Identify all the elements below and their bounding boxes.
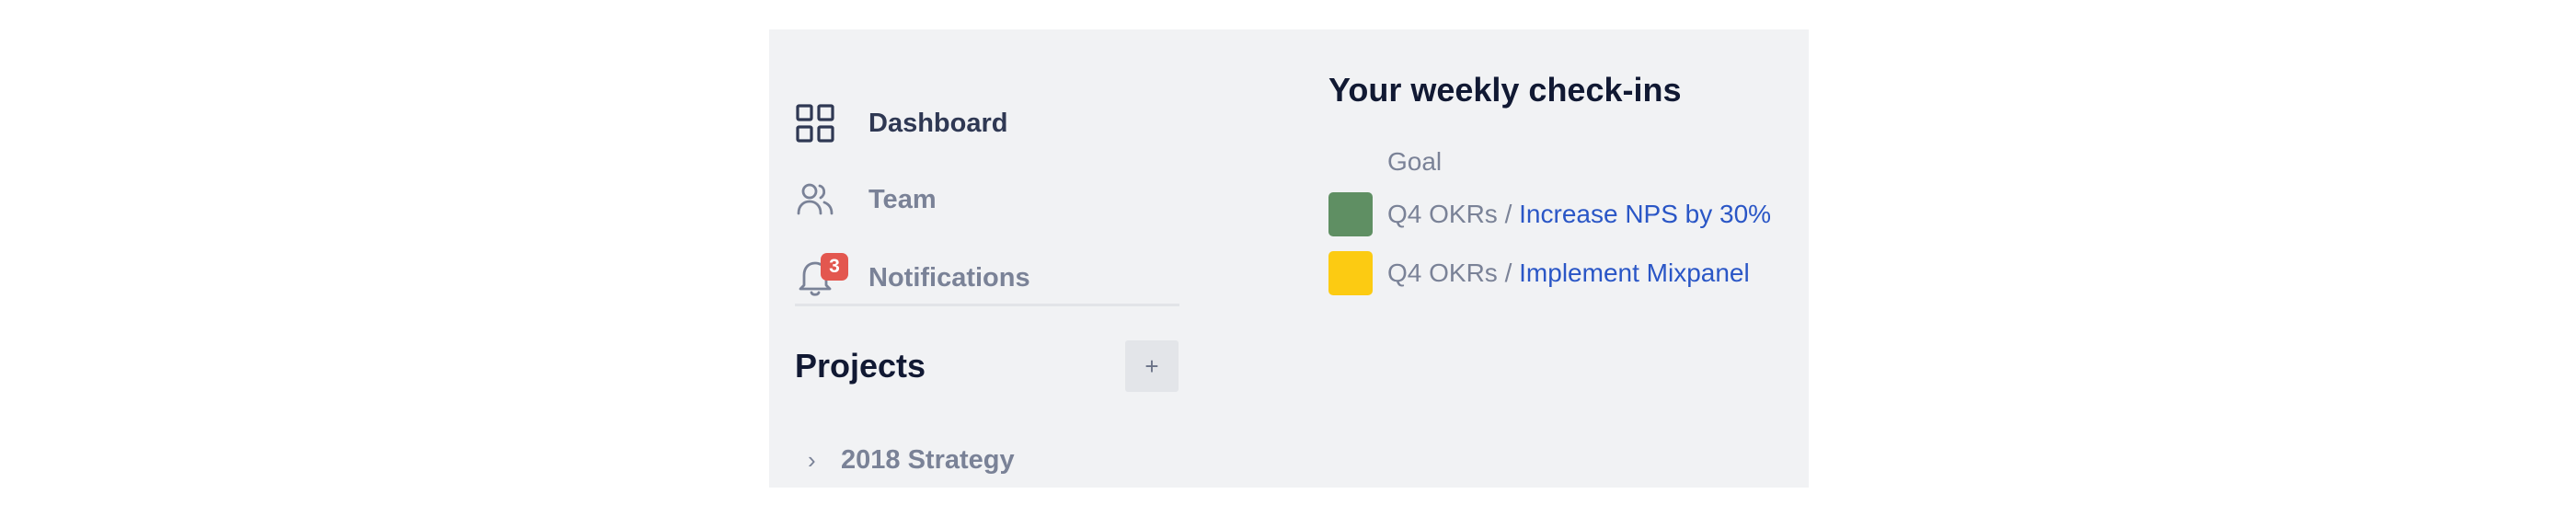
goal-text: Q4 OKRs / Increase NPS by 30% xyxy=(1387,200,1771,229)
checkins-heading: Your weekly check-ins xyxy=(1328,71,1682,109)
checkin-row: Q4 OKRs / Increase NPS by 30% xyxy=(1328,191,1771,237)
bell-icon: 3 xyxy=(795,253,848,298)
goal-color-swatch xyxy=(1328,192,1373,236)
goal-link[interactable]: Implement Mixpanel xyxy=(1519,258,1750,287)
sidebar-divider xyxy=(795,304,1179,306)
chevron-right-icon: › xyxy=(808,445,816,474)
checkin-row: Q4 OKRs / Implement Mixpanel xyxy=(1328,250,1750,296)
goal-text: Q4 OKRs / Implement Mixpanel xyxy=(1387,258,1750,288)
add-project-button[interactable]: + xyxy=(1125,340,1179,392)
app-panel: Dashboard Team 3 Notifications Projects … xyxy=(769,29,1809,488)
goal-prefix: Q4 OKRs / xyxy=(1387,200,1520,228)
sidebar-item-dashboard[interactable]: Dashboard xyxy=(795,96,1181,151)
sidebar-item-notifications[interactable]: 3 Notifications xyxy=(795,250,1181,305)
project-label: 2018 Strategy xyxy=(841,444,1015,475)
sidebar-item-label: Notifications xyxy=(868,262,1030,293)
goal-color-swatch xyxy=(1328,251,1373,295)
goal-column-header: Goal xyxy=(1387,147,1443,176)
project-item-2018-strategy[interactable]: › 2018 Strategy xyxy=(808,442,1015,478)
notification-count-badge: 3 xyxy=(821,253,848,281)
sidebar-item-label: Team xyxy=(868,184,937,214)
sidebar-item-label: Dashboard xyxy=(868,108,1008,138)
goal-prefix: Q4 OKRs / xyxy=(1387,258,1520,287)
sidebar-item-team[interactable]: Team xyxy=(795,172,1181,227)
goal-link[interactable]: Increase NPS by 30% xyxy=(1519,200,1771,228)
users-icon xyxy=(795,179,835,220)
projects-heading: Projects xyxy=(795,347,926,385)
grid-icon xyxy=(795,103,835,144)
